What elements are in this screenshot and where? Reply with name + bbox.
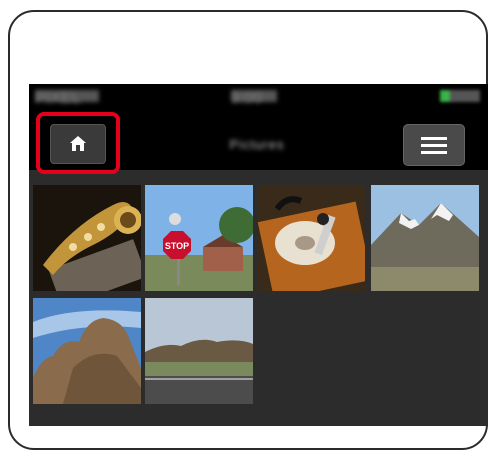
photo-tile-stop-sign[interactable]: STOP	[145, 185, 253, 291]
photo-tile-rock-formation[interactable]	[33, 298, 141, 404]
saxophone-image	[33, 185, 141, 291]
carrier-label: PIXEL	[35, 90, 99, 107]
stop-sign-image: STOP	[145, 185, 253, 291]
mountains-image	[371, 185, 479, 291]
record-player-image	[257, 185, 365, 291]
photo-tile-record-player[interactable]	[257, 185, 365, 291]
photo-tile-snowy-mountains[interactable]	[371, 185, 479, 291]
hamburger-menu-icon	[421, 137, 447, 154]
status-time: 9:00	[231, 90, 277, 107]
app-title: Pictures	[229, 137, 285, 152]
menu-button[interactable]	[403, 124, 465, 166]
battery-icon	[440, 90, 480, 102]
photo-tile-desert-road[interactable]	[145, 298, 253, 404]
desert-road-image	[145, 298, 253, 404]
status-bar: PIXEL 9:00	[29, 84, 488, 108]
svg-text:STOP: STOP	[165, 241, 189, 251]
rock-formation-image	[33, 298, 141, 404]
home-button[interactable]	[50, 124, 106, 164]
photo-tile-saxophone[interactable]	[33, 185, 141, 291]
home-icon	[70, 136, 86, 151]
